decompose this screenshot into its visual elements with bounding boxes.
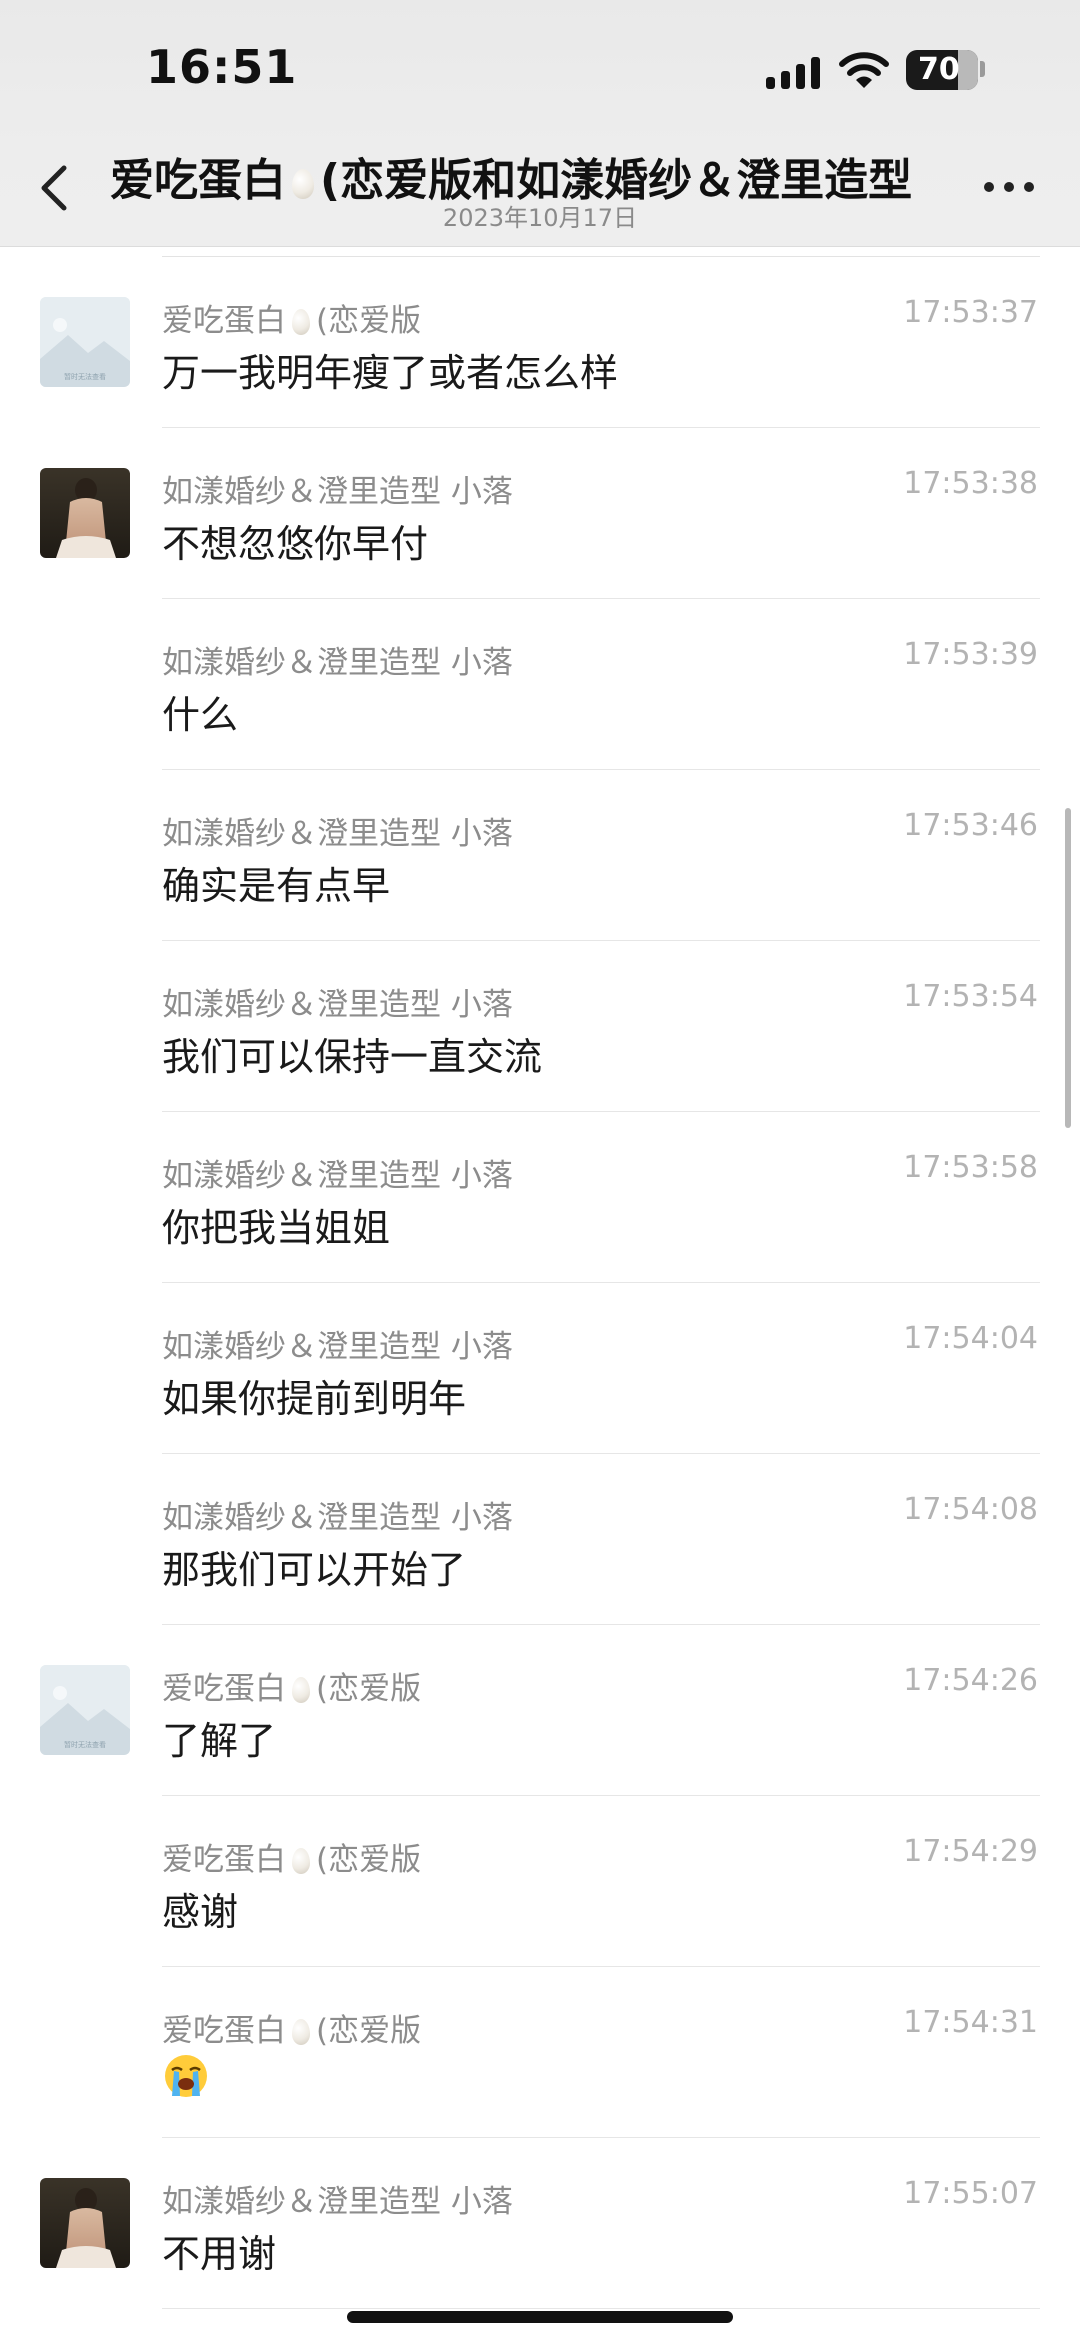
message-row[interactable]: 爱吃蛋白 (恋爱版 17:54:29 感谢 bbox=[0, 1796, 1080, 1967]
message-row[interactable]: 如漾婚纱＆澄里造型 小落 17:53:54 我们可以保持一直交流 bbox=[0, 941, 1080, 1112]
sender-name: 如漾婚纱＆澄里造型 小落 bbox=[162, 2184, 513, 2220]
message-row[interactable]: 如漾婚纱＆澄里造型 小落 17:53:39 什么 bbox=[0, 599, 1080, 770]
more-dot bbox=[1004, 182, 1014, 192]
sender-name-rest: (恋爱版 bbox=[316, 1671, 422, 1707]
battery-icon: 70 bbox=[906, 50, 978, 90]
sender-name: 如漾婚纱＆澄里造型 小落 bbox=[162, 1500, 513, 1536]
sender-name: 如漾婚纱＆澄里造型 小落 bbox=[162, 987, 513, 1023]
message-row[interactable]: 爱吃蛋白 (恋爱版 17:54:31 bbox=[0, 1967, 1080, 2138]
home-indicator[interactable] bbox=[347, 2311, 733, 2323]
message-time: 17:53:37 bbox=[903, 295, 1038, 330]
message-time: 17:53:54 bbox=[903, 979, 1038, 1014]
loudly-crying-face-emoji bbox=[162, 2052, 210, 2100]
more-dot bbox=[1024, 182, 1034, 192]
message-sender: 如漾婚纱＆澄里造型 小落 bbox=[162, 1492, 513, 1537]
message-time: 17:54:26 bbox=[903, 1663, 1038, 1698]
svg-text:暂时无法查看: 暂时无法查看 bbox=[64, 372, 106, 381]
message-text: 什么 bbox=[162, 693, 239, 737]
wifi-icon bbox=[839, 52, 889, 88]
message-text: 不用谢 bbox=[162, 2232, 277, 2276]
scrollbar[interactable] bbox=[1065, 808, 1071, 1128]
battery-level: 70 bbox=[918, 52, 960, 87]
battery-tip bbox=[980, 61, 985, 77]
message-sender: 如漾婚纱＆澄里造型 小落 bbox=[162, 2176, 513, 2221]
sender-name: 爱吃蛋白 bbox=[162, 303, 286, 339]
message-time: 17:54:04 bbox=[903, 1321, 1038, 1356]
sender-name: 如漾婚纱＆澄里造型 小落 bbox=[162, 474, 513, 510]
egg-emoji bbox=[292, 169, 314, 199]
message-text: 确实是有点早 bbox=[162, 864, 391, 908]
message-time: 17:55:07 bbox=[903, 2176, 1038, 2211]
sender-name: 如漾婚纱＆澄里造型 小落 bbox=[162, 645, 513, 681]
avatar[interactable]: 暂时无法查看 bbox=[40, 297, 130, 387]
message-sender: 爱吃蛋白 (恋爱版 bbox=[162, 1834, 421, 1879]
message-row[interactable]: 暂时无法查看 爱吃蛋白 (恋爱版 17:53:37 万一我明年瘦了或者怎么样 bbox=[0, 257, 1080, 428]
avatar[interactable] bbox=[40, 468, 130, 558]
message-row[interactable]: 如漾婚纱＆澄里造型 小落 17:53:46 确实是有点早 bbox=[0, 770, 1080, 941]
message-sender: 如漾婚纱＆澄里造型 小落 bbox=[162, 979, 513, 1024]
message-time: 17:53:46 bbox=[903, 808, 1038, 843]
sender-name: 爱吃蛋白 bbox=[162, 1842, 286, 1878]
message-sender: 如漾婚纱＆澄里造型 小落 bbox=[162, 808, 513, 853]
message-row[interactable]: 如漾婚纱＆澄里造型 小落 17:54:04 如果你提前到明年 bbox=[0, 1283, 1080, 1454]
egg-emoji bbox=[292, 1848, 310, 1874]
message-text: 了解了 bbox=[162, 1719, 277, 1763]
message-time: 17:54:31 bbox=[903, 2005, 1038, 2040]
message-text: 感谢 bbox=[162, 1890, 239, 1934]
status-time: 16:51 bbox=[146, 40, 298, 94]
chat-date: 2023年10月17日 bbox=[442, 204, 638, 232]
sender-name-rest: (恋爱版 bbox=[316, 2013, 422, 2049]
svg-text:暂时无法查看: 暂时无法查看 bbox=[64, 1740, 106, 1749]
sender-name-rest: (恋爱版 bbox=[316, 1842, 422, 1878]
message-sender: 爱吃蛋白 (恋爱版 bbox=[162, 2005, 421, 2050]
signal-icon bbox=[766, 55, 822, 89]
more-button[interactable] bbox=[984, 180, 1036, 196]
message-text: 如果你提前到明年 bbox=[162, 1377, 467, 1421]
more-dots-icon bbox=[984, 182, 994, 192]
message-text: 那我们可以开始了 bbox=[162, 1548, 467, 1592]
message-row[interactable]: 暂时无法查看 爱吃蛋白 (恋爱版 17:54:26 了解了 bbox=[0, 1625, 1080, 1796]
message-text: 万一我明年瘦了或者怎么样 bbox=[162, 351, 619, 395]
message-sender: 如漾婚纱＆澄里造型 小落 bbox=[162, 1150, 513, 1195]
message-time: 17:54:08 bbox=[903, 1492, 1038, 1527]
sender-name: 如漾婚纱＆澄里造型 小落 bbox=[162, 816, 513, 852]
message-row[interactable]: 如漾婚纱＆澄里造型 小落 17:55:07 不用谢 bbox=[0, 2138, 1080, 2309]
message-sender: 如漾婚纱＆澄里造型 小落 bbox=[162, 1321, 513, 1366]
message-text: 你把我当姐姐 bbox=[162, 1206, 391, 1250]
message-row[interactable]: 如漾婚纱＆澄里造型 小落 17:53:58 你把我当姐姐 bbox=[0, 1112, 1080, 1283]
message-text: 我们可以保持一直交流 bbox=[162, 1035, 543, 1079]
message-time: 17:53:58 bbox=[903, 1150, 1038, 1185]
message-row[interactable]: 如漾婚纱＆澄里造型 小落 17:54:08 那我们可以开始了 bbox=[0, 1454, 1080, 1625]
message-sender: 如漾婚纱＆澄里造型 小落 bbox=[162, 466, 513, 511]
sender-name-rest: (恋爱版 bbox=[316, 303, 422, 339]
message-text: 不想忽悠你早付 bbox=[162, 522, 429, 566]
divider bbox=[162, 2308, 1040, 2309]
message-sender: 爱吃蛋白 (恋爱版 bbox=[162, 295, 421, 340]
avatar[interactable]: 暂时无法查看 bbox=[40, 1665, 130, 1755]
egg-emoji bbox=[292, 2019, 310, 2045]
message-text bbox=[162, 2052, 210, 2109]
egg-emoji bbox=[292, 309, 310, 335]
sender-name: 如漾婚纱＆澄里造型 小落 bbox=[162, 1158, 513, 1194]
message-sender: 爱吃蛋白 (恋爱版 bbox=[162, 1663, 421, 1708]
chat-header: 16:51 70 爱吃蛋白 (恋爱版和如漾婚纱＆澄里造型 2023年10月17日 bbox=[0, 0, 1080, 247]
sender-name: 如漾婚纱＆澄里造型 小落 bbox=[162, 1329, 513, 1365]
egg-emoji bbox=[292, 1677, 310, 1703]
message-time: 17:53:38 bbox=[903, 466, 1038, 501]
message-sender: 如漾婚纱＆澄里造型 小落 bbox=[162, 637, 513, 682]
sender-name: 爱吃蛋白 bbox=[162, 2013, 286, 2049]
message-time: 17:54:29 bbox=[903, 1834, 1038, 1869]
sender-name: 爱吃蛋白 bbox=[162, 1671, 286, 1707]
message-row[interactable]: 如漾婚纱＆澄里造型 小落 17:53:38 不想忽悠你早付 bbox=[0, 428, 1080, 599]
avatar[interactable] bbox=[40, 2178, 130, 2268]
message-time: 17:53:39 bbox=[903, 637, 1038, 672]
